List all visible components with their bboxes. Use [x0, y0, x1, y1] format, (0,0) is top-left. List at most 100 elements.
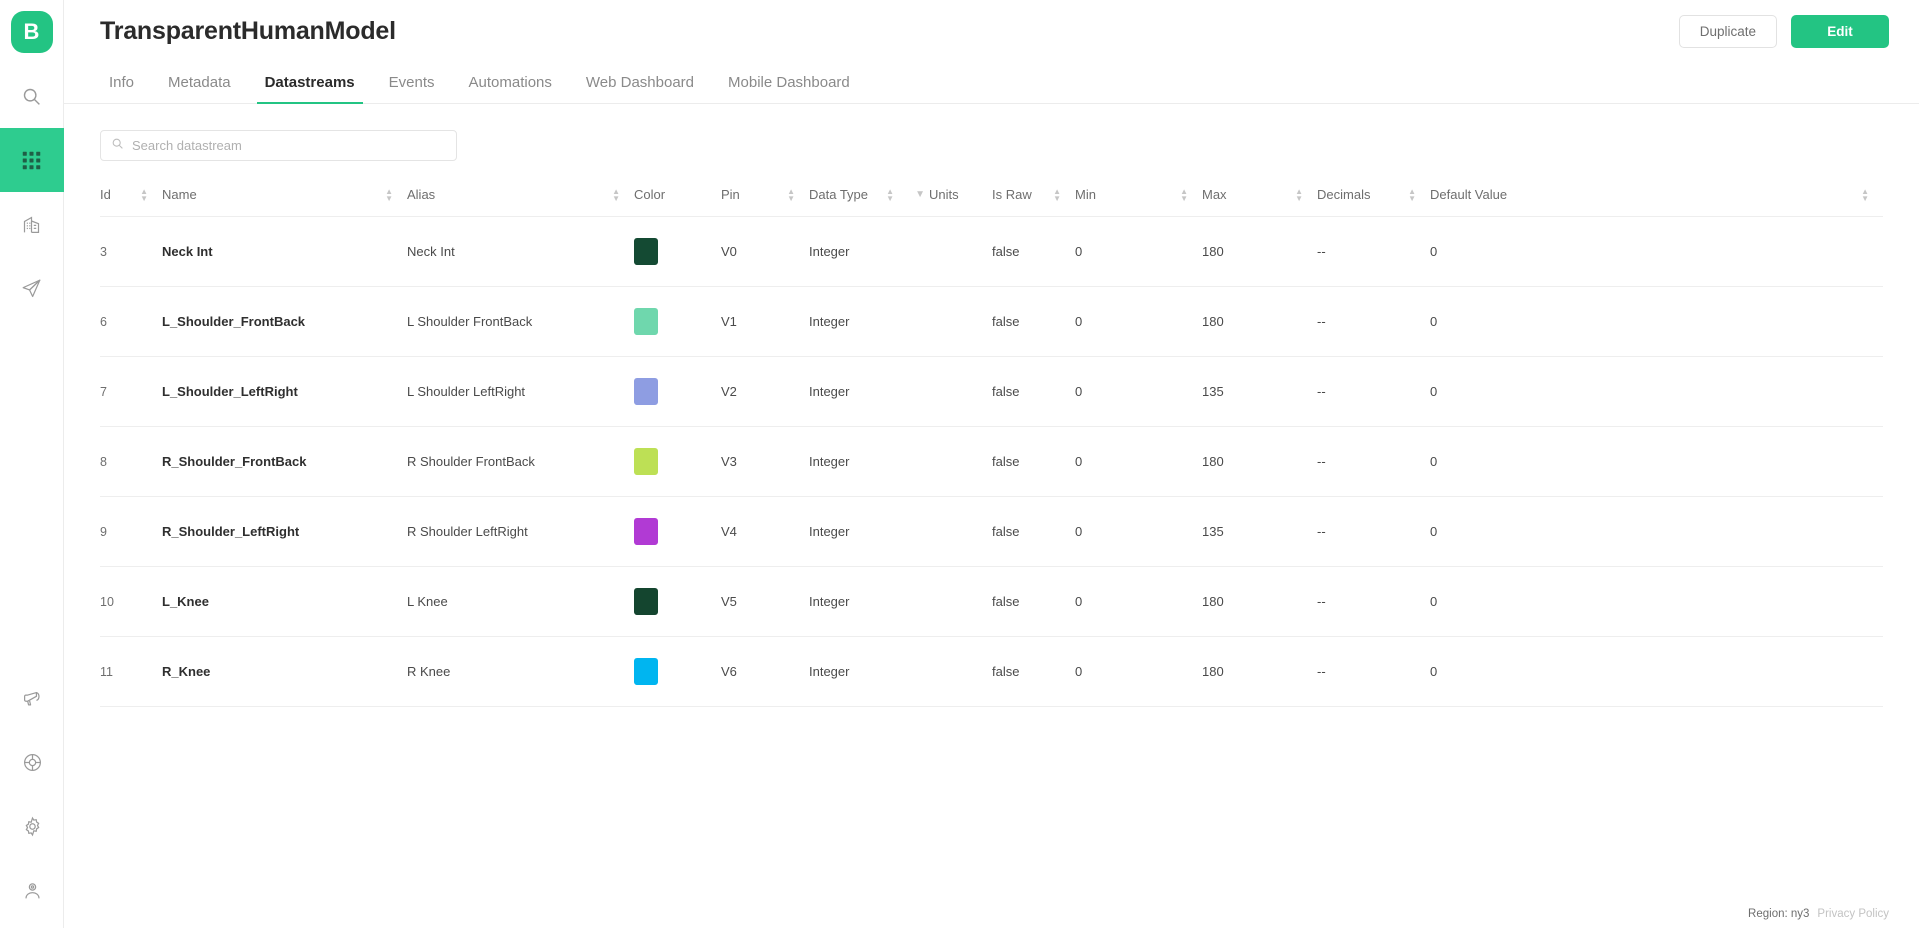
table-row[interactable]: 6 L_Shoulder_FrontBack L Shoulder FrontBac… [100, 286, 1883, 357]
tab-web-dashboard[interactable]: Web Dashboard [569, 74, 711, 103]
building-icon [21, 214, 42, 235]
privacy-policy-link[interactable]: Privacy Policy [1817, 908, 1889, 920]
cell-alias: R Shoulder FrontBack [407, 426, 634, 497]
cell-data-type: Integer [809, 216, 929, 287]
cell-is-raw: false [992, 286, 1075, 357]
sidebar-item-settings[interactable] [0, 794, 64, 858]
color-swatch [634, 588, 658, 615]
cell-decimals: -- [1317, 356, 1430, 427]
sidebar-item-apps[interactable] [0, 128, 64, 192]
col-header-units: Units [929, 187, 992, 217]
tab-mobile-dashboard[interactable]: Mobile Dashboard [711, 74, 867, 103]
footer: Region: ny3 Privacy Policy [1748, 908, 1889, 920]
cell-max: 180 [1202, 286, 1317, 357]
cell-name: L_Shoulder_FrontBack [162, 286, 407, 357]
col-header-alias[interactable]: Alias ▲ ▼ [407, 187, 634, 217]
cell-pin: V0 [721, 216, 809, 287]
tab-events[interactable]: Events [372, 74, 452, 103]
table-header-row: Id ▲ ▼ Name ▲ ▼ Alias ▲ ▼ Color Pin ▲ ▼ … [100, 187, 1883, 217]
cell-units [929, 496, 992, 567]
sidebar-bottom-group [0, 666, 64, 922]
cell-default-value: 0 [1430, 356, 1883, 427]
search-datastream-box[interactable] [100, 130, 457, 161]
cell-is-raw: false [992, 356, 1075, 427]
sidebar-item-search[interactable] [0, 64, 64, 128]
cell-default-value: 0 [1430, 216, 1883, 287]
sort-toggle-name[interactable]: ▲ ▼ [385, 187, 407, 202]
cell-alias: R Knee [407, 636, 634, 707]
cell-alias: Neck Int [407, 216, 634, 287]
search-input[interactable] [132, 138, 446, 153]
table-row[interactable]: 10 L_Knee L Knee V5 Integer false 0 180 -- 0 [100, 566, 1883, 637]
col-label-default-value: Default Value [1430, 187, 1508, 202]
grid-apps-icon [21, 150, 42, 171]
cell-decimals: -- [1317, 426, 1430, 497]
tab-metadata[interactable]: Metadata [151, 74, 248, 103]
cell-max: 180 [1202, 426, 1317, 497]
col-header-data-type[interactable]: Data Type ▲ ▼ ▼ [809, 187, 929, 217]
col-label-name: Name [162, 187, 197, 202]
col-header-is-raw[interactable]: Is Raw ▲ ▼ [992, 187, 1075, 217]
table-row[interactable]: 9 R_Shoulder_LeftRight R Shoulder LeftRigh… [100, 496, 1883, 567]
cell-data-type: Integer [809, 356, 929, 427]
tab-automations[interactable]: Automations [452, 74, 569, 103]
col-header-name[interactable]: Name ▲ ▼ [162, 187, 407, 217]
search-icon [21, 86, 42, 107]
sort-toggle-id[interactable]: ▲ ▼ [140, 187, 162, 202]
sort-toggle-pin[interactable]: ▲ ▼ [787, 187, 809, 202]
sort-toggle-max[interactable]: ▲ ▼ [1295, 187, 1317, 202]
cell-data-type: Integer [809, 566, 929, 637]
col-header-decimals[interactable]: Decimals ▲ ▼ [1317, 187, 1430, 217]
cell-id: 3 [100, 216, 162, 287]
cell-default-value: 0 [1430, 426, 1883, 497]
sort-toggle-default-value[interactable]: ▲ ▼ [1861, 187, 1883, 202]
table-head: Id ▲ ▼ Name ▲ ▼ Alias ▲ ▼ Color Pin ▲ ▼ … [100, 187, 1883, 217]
color-swatch [634, 238, 658, 265]
col-label-decimals: Decimals [1317, 187, 1371, 202]
search-icon [111, 137, 124, 155]
cell-units [929, 426, 992, 497]
sidebar-item-deploy[interactable] [0, 256, 64, 320]
col-header-default-value[interactable]: Default Value ▲ ▼ [1430, 187, 1883, 217]
col-label-units: Units [929, 187, 959, 202]
cell-decimals: -- [1317, 636, 1430, 707]
col-header-pin[interactable]: Pin ▲ ▼ [721, 187, 809, 217]
duplicate-button[interactable]: Duplicate [1678, 14, 1777, 48]
col-label-is-raw: Is Raw [992, 187, 1032, 202]
sort-toggle-alias[interactable]: ▲ ▼ [612, 187, 634, 202]
cell-pin: V5 [721, 566, 809, 637]
table-row[interactable]: 3 Neck Int Neck Int V0 Integer false 0 180 -- 0 [100, 216, 1883, 287]
cell-max: 180 [1202, 216, 1317, 287]
sort-toggle-min[interactable]: ▲ ▼ [1180, 187, 1202, 202]
cell-color [634, 566, 721, 637]
color-swatch [634, 308, 658, 335]
sort-toggle-is-raw[interactable]: ▲ ▼ [1053, 187, 1075, 202]
table-row[interactable]: 8 R_Shoulder_FrontBack R Shoulder FrontBac… [100, 426, 1883, 497]
tab-datastreams[interactable]: Datastreams [248, 74, 372, 104]
sidebar-item-account[interactable] [0, 858, 64, 922]
main-content: TransparentHumanModel Duplicate Edit Inf… [64, 0, 1919, 928]
col-header-id[interactable]: Id ▲ ▼ [100, 187, 162, 217]
cell-data-type: Integer [809, 426, 929, 497]
col-header-min[interactable]: Min ▲ ▼ [1075, 187, 1202, 217]
brand-logo-wrap[interactable]: B [0, 0, 64, 64]
col-label-pin: Pin [721, 187, 740, 202]
table-row[interactable]: 7 L_Shoulder_LeftRight L Shoulder LeftRigh… [100, 356, 1883, 427]
filter-icon[interactable]: ▼ [915, 189, 929, 200]
cell-color [634, 356, 721, 427]
sidebar-item-organizations[interactable] [0, 192, 64, 256]
color-swatch [634, 658, 658, 685]
edit-button[interactable]: Edit [1791, 14, 1889, 48]
color-swatch [634, 448, 658, 475]
tab-info[interactable]: Info [100, 74, 151, 103]
col-header-max[interactable]: Max ▲ ▼ [1202, 187, 1317, 217]
left-sidebar: B [0, 0, 64, 928]
sort-toggle-decimals[interactable]: ▲ ▼ [1408, 187, 1430, 202]
page-title: TransparentHumanModel [100, 16, 396, 45]
sort-toggle-data-type[interactable]: ▲ ▼ [886, 187, 908, 202]
sidebar-item-announcements[interactable] [0, 666, 64, 730]
cell-default-value: 0 [1430, 496, 1883, 567]
table-row[interactable]: 11 R_Knee R Knee V6 Integer false 0 180 -- 0 [100, 636, 1883, 707]
cell-pin: V2 [721, 356, 809, 427]
sidebar-item-support[interactable] [0, 730, 64, 794]
